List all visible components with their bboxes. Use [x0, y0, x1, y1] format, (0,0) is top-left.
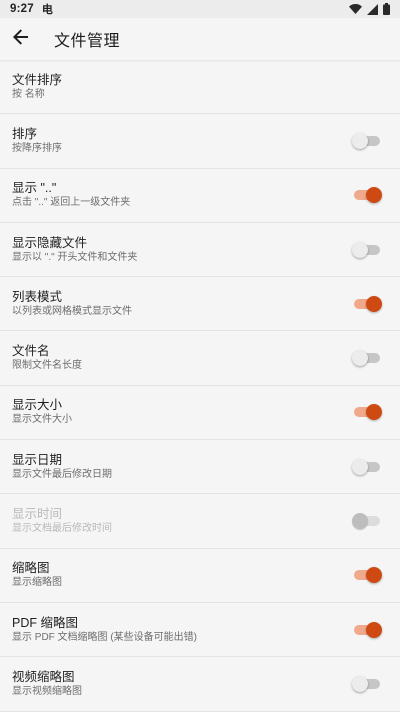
back-button[interactable]	[0, 18, 42, 60]
status-bar: 9:27 电	[0, 0, 400, 18]
status-right	[349, 3, 390, 15]
setting-row[interactable]: 显示隐藏文件 显示以 "." 开头文件和文件夹	[0, 223, 400, 278]
toggle-switch[interactable]	[354, 295, 382, 312]
setting-row[interactable]: 列表模式 以列表或网格模式显示文件	[0, 277, 400, 332]
toggle-switch[interactable]	[352, 350, 380, 367]
toggle-thumb	[352, 241, 368, 258]
setting-title: 排序	[12, 126, 38, 141]
setting-title: 列表模式	[12, 289, 63, 304]
toggle-thumb	[352, 513, 368, 530]
toggle-thumb	[352, 458, 368, 475]
status-time: 9:27	[10, 3, 34, 15]
setting-title: 显示隐藏文件	[12, 235, 88, 250]
setting-summary: 显示缩略图	[12, 577, 62, 589]
signal-icon	[367, 3, 378, 15]
setting-summary: 点击 ".." 返回上一级文件夹	[12, 197, 131, 209]
wifi-icon	[349, 4, 362, 14]
setting-row[interactable]: 文件名 限制文件名长度	[0, 331, 400, 386]
notification-icon: 电	[41, 4, 53, 16]
setting-summary: 限制文件名长度	[12, 360, 82, 372]
setting-title: 缩略图	[12, 561, 50, 576]
setting-summary: 显示 PDF 文档缩略图 (某些设备可能出错)	[12, 631, 197, 643]
setting-row: 显示时间 显示文档最后修改时间	[0, 494, 400, 549]
toggle-thumb	[352, 675, 368, 692]
status-left: 9:27 电	[10, 1, 53, 17]
setting-title: 显示 ".."	[12, 181, 57, 196]
setting-title: 显示大小	[12, 398, 63, 413]
setting-summary: 以列表或网格模式显示文件	[12, 305, 132, 317]
toggle-switch	[352, 513, 380, 530]
toggle-switch[interactable]	[352, 675, 380, 692]
setting-summary: 显示视频缩略图	[12, 685, 82, 697]
setting-row[interactable]: PDF 缩略图 显示 PDF 文档缩略图 (某些设备可能出错)	[0, 603, 400, 658]
setting-summary: 显示文件最后修改日期	[12, 468, 112, 480]
toggle-switch[interactable]	[354, 567, 382, 584]
toggle-switch[interactable]	[354, 621, 382, 638]
setting-summary: 显示文档最后修改时间	[12, 523, 112, 535]
setting-summary: 按降序排序	[12, 142, 62, 154]
toggle-switch[interactable]	[352, 132, 380, 149]
toggle-switch[interactable]	[352, 458, 380, 475]
page-title: 文件管理	[54, 33, 121, 50]
setting-row[interactable]: 缩略图 显示缩略图	[0, 549, 400, 603]
setting-row[interactable]: 显示日期 显示文件最后修改日期	[0, 440, 400, 495]
toggle-thumb	[352, 132, 368, 149]
toggle-thumb	[352, 350, 368, 367]
toggle-switch[interactable]	[352, 241, 380, 258]
setting-row[interactable]: 显示大小 显示文件大小	[0, 386, 400, 441]
toggle-switch[interactable]	[354, 187, 382, 204]
setting-summary: 按 名称	[12, 88, 45, 100]
battery-icon	[383, 3, 390, 15]
setting-title: 文件名	[12, 344, 50, 359]
toggle-thumb	[366, 621, 382, 638]
setting-title: PDF 缩略图	[12, 615, 78, 630]
settings-list: 文件排序按 名称 排序 按降序排序 显示 ".." 点击 ".." 返回上一级文件夹 显示…	[0, 60, 400, 712]
setting-row[interactable]: 视频缩略图 显示视频缩略图	[0, 657, 400, 712]
setting-row[interactable]: 排序 按降序排序	[0, 114, 400, 169]
setting-title: 视频缩略图	[12, 669, 75, 684]
toggle-thumb	[366, 295, 382, 312]
arrow-back-icon	[13, 28, 29, 50]
setting-title: 文件排序	[12, 72, 63, 87]
setting-row[interactable]: 文件排序按 名称	[0, 60, 400, 115]
setting-row[interactable]: 显示 ".." 点击 ".." 返回上一级文件夹	[0, 169, 400, 223]
setting-summary: 显示文件大小	[12, 414, 72, 426]
toggle-switch[interactable]	[354, 404, 382, 421]
toolbar: 文件管理	[0, 18, 400, 60]
setting-title: 显示时间	[12, 507, 63, 522]
setting-summary: 显示以 "." 开头文件和文件夹	[12, 251, 138, 263]
setting-title: 显示日期	[12, 452, 63, 467]
